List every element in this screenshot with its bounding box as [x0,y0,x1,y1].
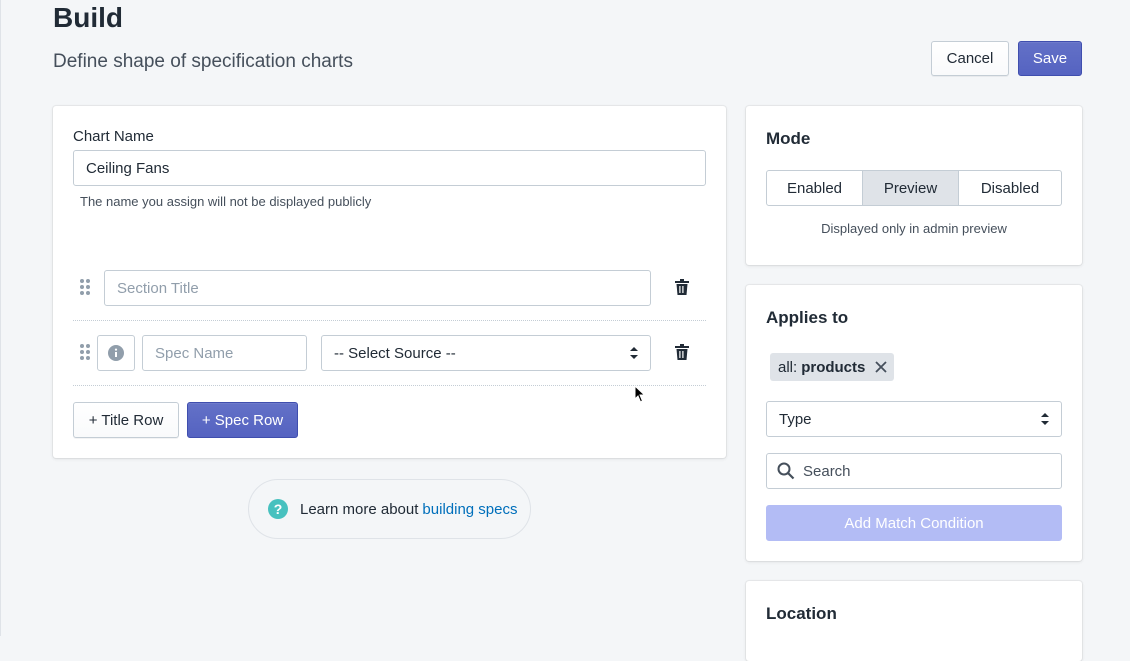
select-source-dropdown[interactable]: -- Select Source -- [321,335,651,371]
condition-tag: all: products [770,353,894,381]
select-arrows-icon [630,347,638,359]
section-title-placeholder: Section Title [117,279,199,297]
applies-to-title: Applies to [766,308,849,327]
mode-option-disabled[interactable]: Disabled [959,170,1062,206]
mode-description: Displayed only in admin preview [821,221,1007,236]
mouse-cursor-icon [634,385,646,403]
add-spec-row-button[interactable]: + Spec Row [187,402,298,438]
row-divider [73,320,706,321]
location-card: Location [746,581,1082,661]
learn-more-text: Learn more about [300,500,419,518]
type-select-value: Type [779,410,812,428]
save-button[interactable]: Save [1018,41,1082,76]
mode-option-preview[interactable]: Preview [863,170,959,206]
remove-tag-x-icon[interactable] [875,361,887,373]
spec-name-placeholder: Spec Name [155,344,234,362]
learn-more-pill: ? Learn more about building specs [248,479,531,539]
search-input[interactable]: Search [766,453,1062,489]
add-match-condition-button[interactable]: Add Match Condition [766,505,1062,541]
page-subtitle: Define shape of specification charts [53,51,353,72]
condition-type-select[interactable]: Type [766,401,1062,437]
chart-editor-card: Chart Name Ceiling Fans The name you ass… [53,106,726,458]
delete-section-row-trash-icon[interactable] [672,277,692,297]
add-title-row-button[interactable]: + Title Row [73,402,179,438]
cancel-button[interactable]: Cancel [931,41,1009,76]
applies-to-card: Applies to all: products Type Search Add… [746,285,1082,561]
question-circle-icon: ? [268,499,288,519]
section-title-input[interactable]: Section Title [104,270,651,306]
spec-info-button[interactable] [97,335,135,371]
search-icon [777,462,795,480]
chart-name-help-text: The name you assign will not be displaye… [80,194,372,209]
mode-segmented-control: Enabled Preview Disabled [766,170,1062,206]
chart-name-value: Ceiling Fans [86,159,170,177]
drag-handle-icon[interactable] [80,344,90,360]
row-divider [73,385,706,386]
spec-name-input[interactable]: Spec Name [142,335,307,371]
mode-card: Mode Enabled Preview Disabled Displayed … [746,106,1082,265]
select-arrows-icon [1041,413,1049,425]
mode-option-enabled[interactable]: Enabled [766,170,863,206]
location-title: Location [766,604,837,623]
mode-title: Mode [766,129,811,148]
tag-value: products [801,358,866,376]
building-specs-link[interactable]: building specs [422,501,517,518]
info-icon [108,345,124,361]
page-title: Build [53,2,123,33]
tag-prefix: all: [778,358,798,376]
page-left-border [0,0,1,636]
search-placeholder: Search [803,462,851,480]
select-source-value: -- Select Source -- [334,344,456,362]
chart-name-input[interactable]: Ceiling Fans [73,150,706,186]
chart-name-label: Chart Name [73,128,154,145]
delete-spec-row-trash-icon[interactable] [672,342,692,362]
drag-handle-icon[interactable] [80,279,90,295]
